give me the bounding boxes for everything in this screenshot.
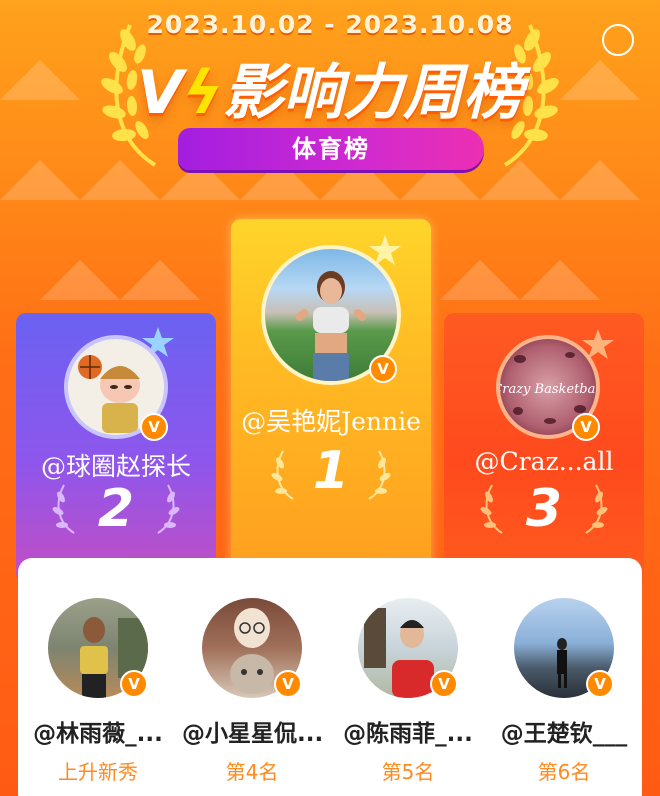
- list-item-status: 上升新秀: [58, 760, 138, 784]
- podium-card-rank-2[interactable]: V @球圈赵探长 2: [16, 313, 216, 583]
- list-item[interactable]: V @林雨薇_... 上升新秀: [28, 598, 168, 785]
- list-item[interactable]: V @王楚钦___ 第6名: [494, 598, 634, 785]
- rank-number: 2: [97, 479, 135, 539]
- page-title: Vϟ影响力周榜: [0, 44, 660, 131]
- list-item-rank: 第5名: [381, 760, 435, 784]
- title-rest: 影响力周榜: [223, 58, 524, 128]
- podium-card-rank-1[interactable]: V @吴艳妮Jennie 1: [231, 219, 431, 579]
- rank-number: 3: [525, 479, 563, 539]
- list-item-name[interactable]: @陈雨菲_...: [338, 714, 478, 748]
- verified-v-badge-icon: V: [586, 670, 614, 698]
- rank-number: 1: [312, 441, 350, 501]
- verified-v-badge-icon: V: [140, 413, 168, 441]
- podium-name[interactable]: @球圈赵探长: [16, 447, 216, 483]
- verified-v-badge-icon: V: [369, 355, 397, 383]
- podium-name[interactable]: @吴艳妮Jennie: [231, 402, 431, 438]
- podium-name[interactable]: @Craz...all: [444, 447, 644, 476]
- logo-text: Crazy Basketball: [500, 382, 596, 397]
- verified-v-badge-icon: V: [274, 670, 302, 698]
- category-pill[interactable]: 体育榜: [178, 128, 484, 170]
- list-item[interactable]: V @小星星侃... 第4名: [182, 598, 323, 785]
- ranking-list-panel: V @林雨薇_... 上升新秀 V @小星星侃... 第4名 V @陈雨菲_..…: [18, 558, 642, 796]
- list-item-name[interactable]: @王楚钦___: [494, 714, 634, 748]
- list-item[interactable]: V @陈雨菲_... 第5名: [338, 598, 478, 785]
- podium-card-rank-3[interactable]: Crazy Basketball V @Craz...all 3: [444, 313, 644, 583]
- close-button[interactable]: [602, 24, 634, 56]
- verified-v-badge-icon: V: [120, 670, 148, 698]
- list-item-name[interactable]: @小星星侃...: [182, 714, 323, 748]
- title-prefix: V: [136, 58, 184, 128]
- list-item-rank: 第4名: [225, 760, 279, 784]
- list-item-name[interactable]: @林雨薇_...: [28, 714, 168, 748]
- date-range: 2023.10.02 - 2023.10.08: [146, 10, 514, 39]
- list-item-rank: 第6名: [537, 760, 591, 784]
- verified-v-badge-icon: V: [572, 413, 600, 441]
- verified-v-badge-icon: V: [430, 670, 458, 698]
- lightning-bolt-icon: ϟ: [183, 58, 224, 128]
